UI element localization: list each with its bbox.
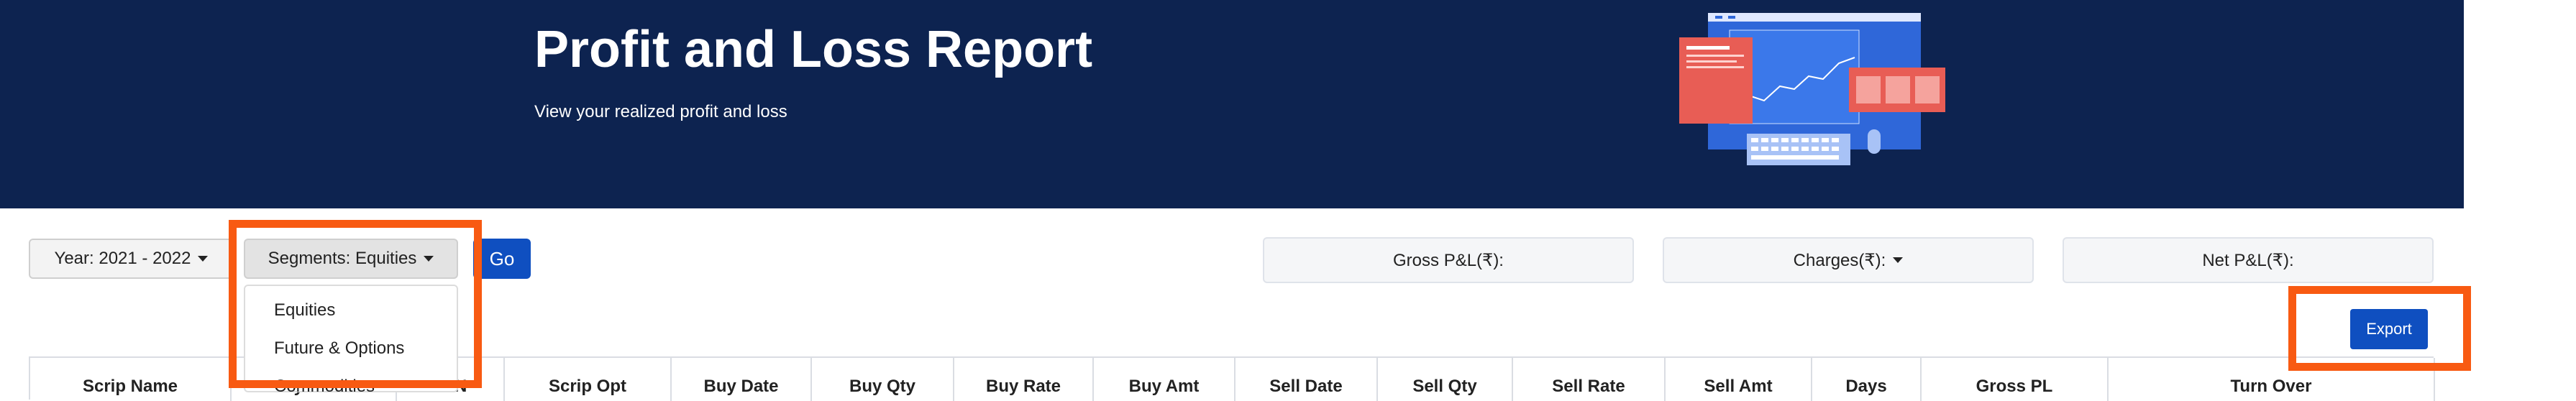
chevron-down-icon bbox=[198, 256, 209, 262]
column-header[interactable]: Scrip Name bbox=[30, 358, 232, 401]
year-select[interactable]: Year: 2021 - 2022 bbox=[29, 239, 234, 279]
column-header[interactable]: Buy Date bbox=[672, 358, 812, 401]
header-banner: Profit and Loss Report View your realize… bbox=[0, 0, 2464, 208]
column-header[interactable]: Sell Amt bbox=[1666, 358, 1812, 401]
year-select-label: Year: 2021 - 2022 bbox=[54, 249, 191, 268]
net-pl-summary: Net P&L(₹): bbox=[2063, 237, 2434, 283]
net-pl-label: Net P&L(₹): bbox=[2202, 250, 2294, 270]
report-illustration bbox=[1679, 13, 1945, 165]
column-header[interactable]: Sell Date bbox=[1236, 358, 1378, 401]
column-header[interactable]: Days bbox=[1812, 358, 1922, 401]
column-header[interactable]: Sell Rate bbox=[1513, 358, 1666, 401]
column-header[interactable]: Buy Amt bbox=[1094, 358, 1236, 401]
column-header[interactable]: Scrip Opt bbox=[505, 358, 672, 401]
gross-pl-summary: Gross P&L(₹): bbox=[1263, 237, 1634, 283]
gross-pl-label: Gross P&L(₹): bbox=[1393, 250, 1504, 270]
charges-summary[interactable]: Charges(₹): bbox=[1663, 237, 2034, 283]
page-subtitle: View your realized profit and loss bbox=[534, 102, 787, 121]
column-header[interactable]: Buy Rate bbox=[954, 358, 1094, 401]
column-header[interactable]: Sell Qty bbox=[1378, 358, 1513, 401]
segment-highlight-box bbox=[229, 220, 482, 388]
go-button[interactable]: Go bbox=[473, 239, 531, 279]
column-header[interactable]: Gross PL bbox=[1922, 358, 2109, 401]
column-header[interactable]: Buy Qty bbox=[812, 358, 954, 401]
page-title: Profit and Loss Report bbox=[534, 21, 1093, 78]
chevron-down-icon bbox=[1893, 257, 1904, 263]
charges-label: Charges(₹): bbox=[1793, 250, 1886, 270]
export-highlight-box bbox=[2288, 286, 2471, 371]
